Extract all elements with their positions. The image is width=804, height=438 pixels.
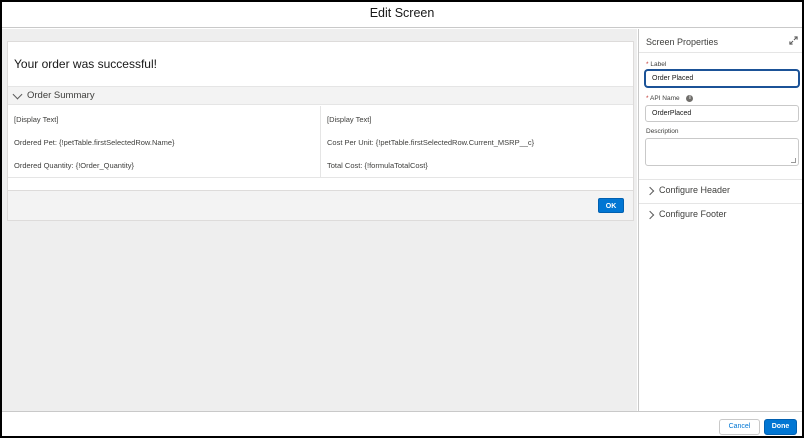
top-header: Edit Screen	[2, 2, 802, 28]
total-cost-text: Total Cost: {!formulaTotalCost}	[327, 161, 428, 170]
screen-properties-panel: Screen Properties * Label Order Placed *…	[638, 29, 802, 411]
app-frame: Edit Screen Your order was successful! O…	[0, 0, 804, 438]
api-name-input[interactable]: OrderPlaced	[645, 105, 799, 122]
required-mark: *	[646, 61, 649, 68]
display-text-placeholder: [Display Text]	[327, 115, 372, 124]
ordered-quantity-text: Ordered Quantity: {!Order_Quantity}	[14, 161, 135, 170]
required-mark: *	[646, 95, 649, 103]
info-icon[interactable]: i	[686, 95, 694, 102]
chevron-down-icon[interactable]	[12, 89, 23, 100]
success-message: Your order was successful!	[14, 57, 157, 71]
page-title: Edit Screen	[369, 6, 435, 20]
description-field-label: Description	[646, 128, 679, 135]
chevron-right-icon	[645, 186, 655, 196]
display-text-placeholder: [Display Text]	[14, 115, 59, 124]
chevron-right-icon	[645, 210, 655, 220]
ok-button[interactable]: OK	[598, 198, 624, 213]
screen-preview[interactable]: Your order was successful! Order Summary…	[7, 41, 634, 221]
label-field-label: * Label	[646, 61, 666, 68]
configure-footer-section[interactable]: Configure Footer	[639, 204, 802, 226]
right-column[interactable]: [Display Text] Cost Per Unit: {!petTable…	[321, 106, 633, 177]
done-button[interactable]: Done	[764, 419, 797, 435]
divider	[8, 177, 633, 178]
configure-footer-label: Configure Footer	[659, 209, 727, 219]
configure-header-label: Configure Header	[659, 185, 731, 195]
configure-header-section[interactable]: Configure Header	[639, 180, 802, 202]
resize-grip-icon[interactable]	[791, 158, 796, 163]
section-label: Order Summary	[27, 90, 95, 101]
left-column[interactable]: [Display Text] Ordered Pet: {!petTable.f…	[8, 106, 321, 177]
api-name-field-text: API Name	[649, 95, 680, 103]
cancel-button[interactable]: Cancel	[719, 419, 760, 435]
properties-title: Screen Properties	[646, 37, 719, 47]
properties-header: Screen Properties	[639, 29, 802, 53]
cost-per-unit-text: Cost Per Unit: {!petTable.firstSelectedR…	[327, 138, 535, 147]
api-name-field-label: * API Name i	[646, 95, 694, 103]
label-input[interactable]: Order Placed	[645, 70, 799, 87]
label-field-text: Label	[650, 61, 667, 68]
ordered-pet-text: Ordered Pet: {!petTable.firstSelectedRow…	[14, 138, 175, 147]
bottom-action-bar: Cancel Done	[2, 411, 802, 436]
screen-canvas: Your order was successful! Order Summary…	[2, 29, 637, 411]
order-summary-section-header[interactable]: Order Summary	[8, 86, 633, 105]
expand-icon[interactable]	[789, 36, 798, 45]
screen-footer: OK	[8, 190, 633, 220]
description-textarea[interactable]	[645, 138, 799, 166]
